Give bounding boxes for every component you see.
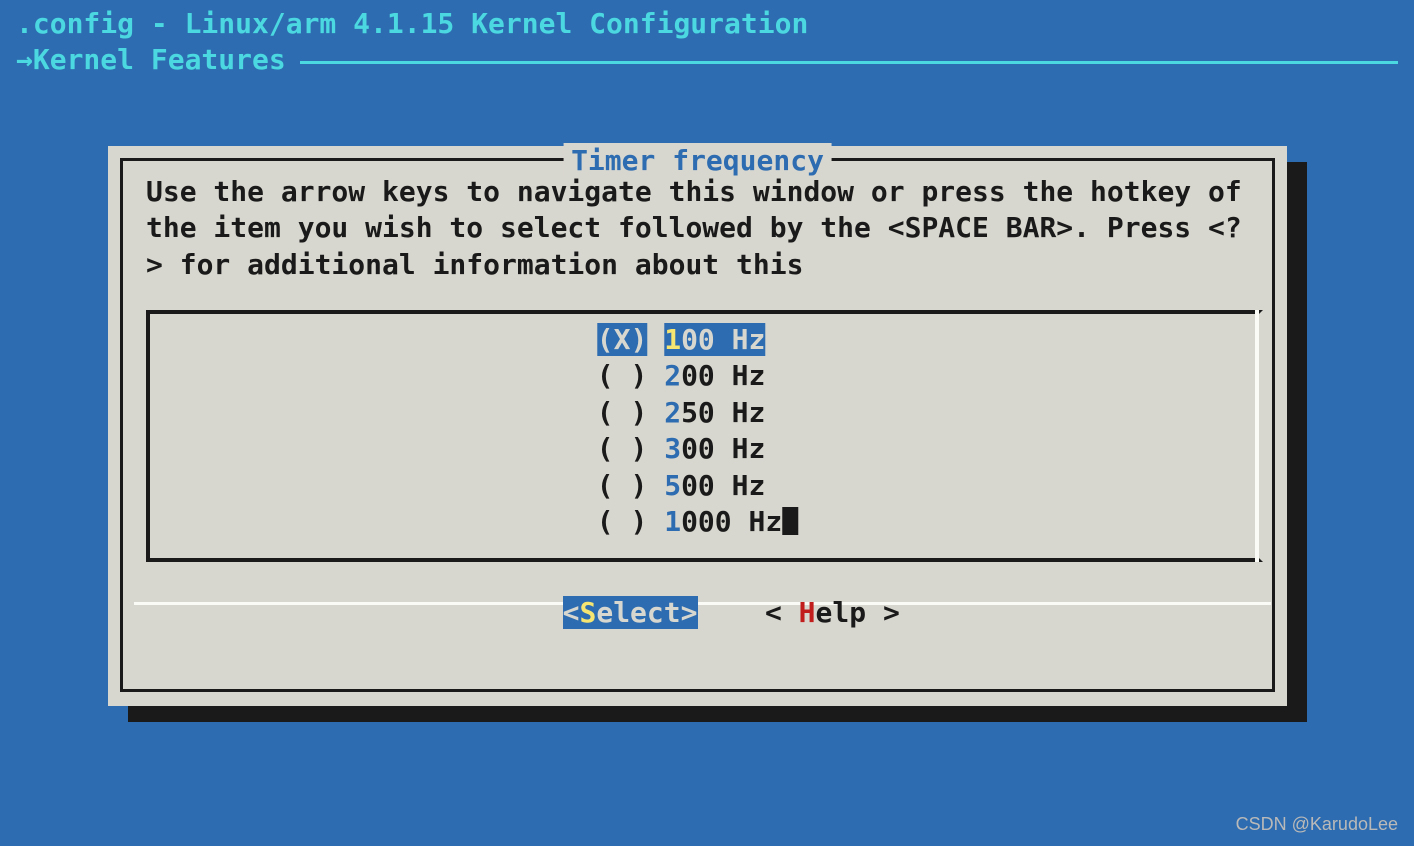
text-cursor bbox=[782, 507, 798, 535]
dialog-help-text: Use the arrow keys to navigate this wind… bbox=[146, 174, 1249, 283]
hotkey: 3 bbox=[664, 432, 681, 465]
arrow-right-icon: → bbox=[16, 42, 33, 78]
option-label: 500 Hz bbox=[664, 469, 765, 502]
radio-marker: (X) bbox=[597, 323, 648, 356]
config-title: .config - Linux/arm 4.1.15 Kernel Config… bbox=[16, 6, 1398, 42]
select-button[interactable]: <Select> bbox=[563, 596, 698, 629]
button-bar: <Select> < Help > bbox=[108, 559, 1287, 668]
divider bbox=[300, 61, 1398, 64]
options-list: (X) 100 Hz( ) 200 Hz( ) 250 Hz( ) 300 Hz… bbox=[597, 322, 798, 540]
option-row[interactable]: ( ) 1000 Hz bbox=[597, 504, 798, 540]
breadcrumb: → Kernel Features bbox=[16, 42, 1398, 78]
help-button[interactable]: < Help > bbox=[765, 596, 900, 629]
radio-marker: ( ) bbox=[597, 396, 648, 429]
hotkey: 1 bbox=[664, 323, 681, 356]
radio-marker: ( ) bbox=[597, 505, 648, 538]
breadcrumb-label: Kernel Features bbox=[33, 42, 286, 78]
timer-frequency-dialog: Timer frequency Use the arrow keys to na… bbox=[108, 146, 1287, 706]
radio-marker: ( ) bbox=[597, 359, 648, 392]
option-row[interactable]: ( ) 500 Hz bbox=[597, 468, 798, 504]
option-label: 100 Hz bbox=[664, 323, 765, 356]
radio-marker: ( ) bbox=[597, 432, 648, 465]
option-label: 250 Hz bbox=[664, 396, 765, 429]
hotkey: 2 bbox=[664, 359, 681, 392]
option-row[interactable]: ( ) 200 Hz bbox=[597, 358, 798, 394]
hotkey: 1 bbox=[664, 505, 681, 538]
hotkey: 2 bbox=[664, 396, 681, 429]
window-header: .config - Linux/arm 4.1.15 Kernel Config… bbox=[0, 0, 1414, 79]
hotkey: 5 bbox=[664, 469, 681, 502]
radio-marker: ( ) bbox=[597, 469, 648, 502]
option-row[interactable]: (X) 100 Hz bbox=[597, 322, 798, 358]
option-row[interactable]: ( ) 300 Hz bbox=[597, 431, 798, 467]
option-row[interactable]: ( ) 250 Hz bbox=[597, 395, 798, 431]
option-label: 300 Hz bbox=[664, 432, 765, 465]
option-label: 1000 Hz bbox=[664, 505, 782, 538]
option-label: 200 Hz bbox=[664, 359, 765, 392]
watermark: CSDN @KarudoLee bbox=[1236, 813, 1398, 836]
